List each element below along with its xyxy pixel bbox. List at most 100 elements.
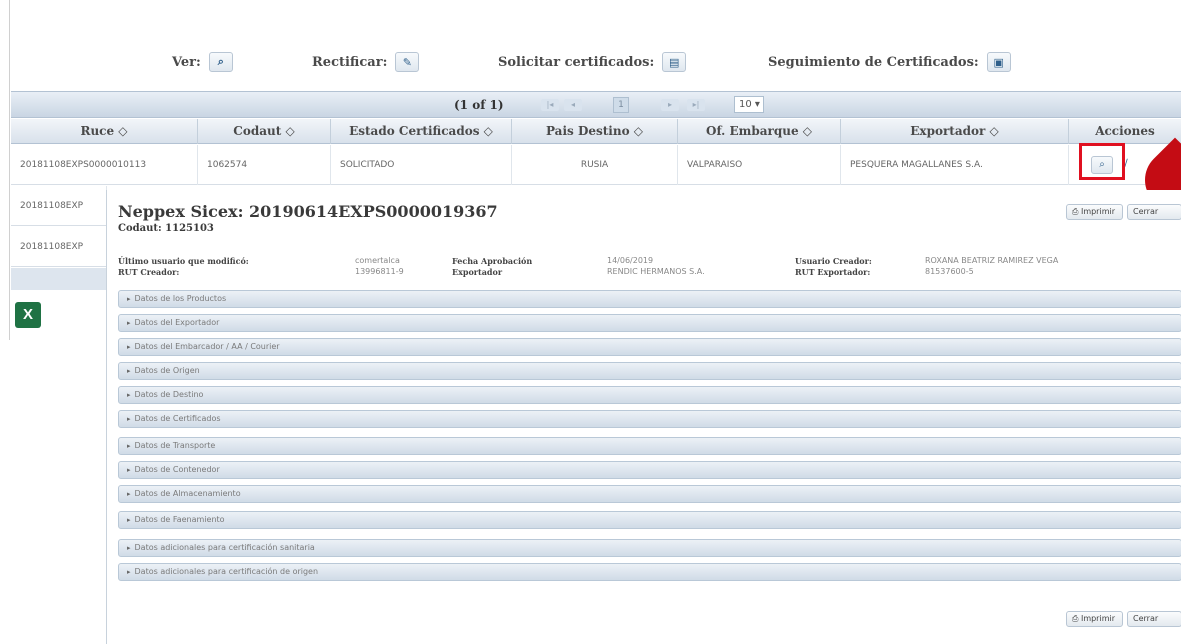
col-ruce[interactable]: Ruce ◇ <box>11 119 198 144</box>
legend-rectificar: Rectificar: ✎ <box>312 52 420 72</box>
section-exportador[interactable]: ▸ Datos del Exportador <box>118 314 1181 332</box>
caret-right-icon: ▸ <box>127 544 131 552</box>
pencil-icon[interactable]: ✎ <box>395 52 420 72</box>
caret-right-icon: ▸ <box>127 466 131 474</box>
print-button-bottom[interactable]: ⎙ Imprimir <box>1066 611 1123 627</box>
section-label: Datos de los Productos <box>134 294 227 303</box>
section-certificados[interactable]: ▸ Datos de Certificados <box>118 410 1181 428</box>
caret-right-icon: ▸ <box>127 391 131 399</box>
legend-solicitar-label: Solicitar certificados: <box>498 54 655 70</box>
cell-oficina: VALPARAISO <box>678 145 841 185</box>
cell-ruce: 20181108EXP <box>11 227 107 267</box>
col-estado[interactable]: Estado Certificados ◇ <box>331 119 512 144</box>
close-button[interactable]: Cerrar <box>1127 204 1181 220</box>
rut-creator-value: 13996811-9 <box>355 267 404 276</box>
section-label: Datos adicionales para certificación de … <box>134 567 319 576</box>
section-sanitaria[interactable]: ▸ Datos adicionales para certificación sa… <box>118 539 1181 557</box>
rut-creator-label: RUT Creador: <box>118 267 180 277</box>
section-transporte[interactable]: ▸ Datos de Transporte <box>118 437 1181 455</box>
caret-right-icon: ▸ <box>127 442 131 450</box>
cell-estado: SOLICITADO <box>331 145 512 185</box>
close-button-bottom[interactable]: Cerrar <box>1127 611 1181 627</box>
col-of-embarque[interactable]: Of. Embarque ◇ <box>678 119 841 144</box>
rut-exporter-label: RUT Exportador: <box>795 267 871 277</box>
exporter-value: RENDIC HERMANOS S.A. <box>607 267 705 276</box>
legend-seguimiento: Seguimiento de Certificados: ▣ <box>768 52 1011 72</box>
caret-right-icon: ▸ <box>127 319 131 327</box>
section-label: Datos de Faenamiento <box>134 515 225 524</box>
section-label: Datos del Embarcador / AA / Courier <box>134 342 280 351</box>
cell-pais: RUSIA <box>512 145 678 185</box>
last-page-icon[interactable]: ▸| <box>687 99 705 111</box>
section-productos[interactable]: ▸ Datos de los Productos <box>118 290 1181 308</box>
section-label: Datos de Contenedor <box>134 465 220 474</box>
section-label: Datos de Origen <box>134 366 200 375</box>
col-pais-destino[interactable]: Pais Destino ◇ <box>512 119 678 144</box>
creator-user-value: ROXANA BEATRIZ RAMIREZ VEGA <box>925 256 1059 265</box>
section-label: Datos de Transporte <box>134 441 216 450</box>
print-label: Imprimir <box>1080 207 1115 216</box>
last-user-value: comertalca <box>355 256 400 265</box>
exporter-label: Exportador <box>452 267 503 277</box>
table-header: Ruce ◇ Codaut ◇ Estado Certificados ◇ Pa… <box>11 119 1181 144</box>
creator-user-label: Usuario Creador: <box>795 256 872 266</box>
section-label: Datos de Almacenamiento <box>134 489 241 498</box>
section-embarcador[interactable]: ▸ Datos del Embarcador / AA / Courier <box>118 338 1181 356</box>
caret-right-icon: ▸ <box>127 415 131 423</box>
section-label: Datos de Destino <box>134 390 204 399</box>
paginator: (1 of 1) |◂ ◂ 1 ▸ ▸| 10 ▾ <box>11 91 1181 118</box>
prev-page-icon[interactable]: ◂ <box>564 99 582 111</box>
caret-right-icon: ▸ <box>127 568 131 576</box>
cell-ruce: 20181108EXP <box>11 186 107 226</box>
cell-ruce: 20181108EXPS0000010113 <box>11 145 198 185</box>
approval-date-label: Fecha Aprobación <box>452 256 533 266</box>
rut-exporter-value: 81537600-5 <box>925 267 974 276</box>
rows-per-page-select[interactable]: 10 ▾ <box>734 96 764 113</box>
page-info: (1 of 1) <box>454 98 504 112</box>
caret-right-icon: ▸ <box>127 516 131 524</box>
legend-ver: Ver: ⌕ <box>172 52 233 72</box>
section-origen[interactable]: ▸ Datos de Origen <box>118 362 1181 380</box>
print-label: Imprimir <box>1080 614 1115 623</box>
section-contenedor[interactable]: ▸ Datos de Contenedor <box>118 461 1181 479</box>
tracking-icon[interactable]: ▣ <box>986 52 1011 72</box>
actions-legend: Ver: ⌕ Rectificar: ✎ Solicitar certifica… <box>0 52 1181 74</box>
legend-seguimiento-label: Seguimiento de Certificados: <box>768 54 979 70</box>
table-footer <box>11 268 107 290</box>
first-page-icon[interactable]: |◂ <box>541 99 559 111</box>
legend-ver-label: Ver: <box>172 54 201 70</box>
next-page-icon[interactable]: ▸ <box>661 99 679 111</box>
section-almacenamiento[interactable]: ▸ Datos de Almacenamiento <box>118 485 1181 503</box>
left-border <box>9 0 10 340</box>
magnifier-icon[interactable]: ⌕ <box>208 52 233 72</box>
legend-rectificar-label: Rectificar: <box>312 54 388 70</box>
dialog-title: Neppex Sicex: 20190614EXPS0000019367 <box>118 202 498 221</box>
section-label: Datos de Certificados <box>134 414 221 423</box>
caret-right-icon: ▸ <box>127 367 131 375</box>
legend-solicitar: Solicitar certificados: ▤ <box>498 52 687 72</box>
print-button[interactable]: ⎙ Imprimir <box>1066 204 1123 220</box>
excel-export-icon[interactable]: X <box>15 302 41 328</box>
col-codaut[interactable]: Codaut ◇ <box>198 119 331 144</box>
col-acciones: Acciones <box>1095 124 1155 138</box>
table-row: 20181108EXPS0000010113 1062574 SOLICITAD… <box>11 145 1181 185</box>
col-exportador[interactable]: Exportador ◇ <box>841 119 1069 144</box>
caret-right-icon: ▸ <box>127 295 131 303</box>
section-faenamiento[interactable]: ▸ Datos de Faenamiento <box>118 511 1181 529</box>
dialog-codaut: Codaut: 1125103 <box>118 223 214 234</box>
section-label: Datos del Exportador <box>134 318 220 327</box>
cell-exportador: PESQUERA MAGALLANES S.A. <box>841 145 1069 185</box>
document-icon[interactable]: ▤ <box>662 52 687 72</box>
section-destino[interactable]: ▸ Datos de Destino <box>118 386 1181 404</box>
table-row: 20181108EXP <box>11 186 107 226</box>
current-page-button[interactable]: 1 <box>613 97 629 113</box>
caret-right-icon: ▸ <box>127 343 131 351</box>
section-certificacion-origen[interactable]: ▸ Datos adicionales para certificación de… <box>118 563 1181 581</box>
close-label: Cerrar <box>1133 614 1159 623</box>
cell-codaut: 1062574 <box>198 145 331 185</box>
close-label: Cerrar <box>1133 207 1159 216</box>
table-row: 20181108EXP <box>11 227 107 267</box>
last-user-label: Último usuario que modificó: <box>118 256 249 266</box>
section-label: Datos adicionales para certificación san… <box>134 543 315 552</box>
approval-date-value: 14/06/2019 <box>607 256 654 265</box>
